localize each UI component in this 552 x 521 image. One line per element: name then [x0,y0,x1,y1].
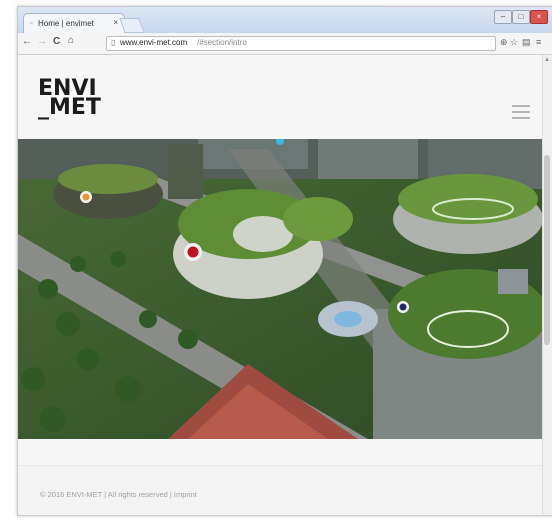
url-path: /#section/intro [197,38,247,47]
hero-image [18,137,543,439]
browser-window: ▫ Home | envimet × – □ × ← → C ⌂ ▯ www.e… [17,6,552,516]
page-scrollbar[interactable]: ▲ [542,55,552,515]
page-icon: ▯ [111,38,116,47]
title-bar: ▫ Home | envimet × – □ × [18,7,552,34]
browser-tab[interactable]: ▫ Home | envimet × [23,13,125,34]
tab-favicon-icon: ▫ [30,20,33,27]
new-tab-button[interactable] [119,18,145,33]
hamburger-menu-icon[interactable] [512,105,530,121]
zoom-icon[interactable]: ⊕ [500,37,508,48]
scroll-up-icon[interactable]: ▲ [544,57,550,63]
logo-line-2: _MET [38,95,101,120]
footer-copyright: © 2016 ENVI-MET | All rights reserved | … [40,490,197,499]
reload-icon[interactable]: C [53,36,60,47]
bookmark-star-icon[interactable]: ☆ [510,37,518,48]
url-domain: www.envi-met.com [120,38,188,47]
forward-arrow-icon[interactable]: → [37,36,47,47]
scroll-thumb[interactable] [544,155,550,345]
page-viewport: ENVI _MET © 2016 ENVI-MET | All rights r… [18,55,543,515]
browser-toolbar: ← → C ⌂ ▯ www.envi-met.com /#section/int… [18,33,552,55]
page-footer: © 2016 ENVI-MET | All rights reserved | … [18,465,543,515]
chrome-menu-icon[interactable]: ≡ [536,37,541,47]
address-bar[interactable]: ▯ www.envi-met.com /#section/intro [106,36,496,51]
envimet-logo[interactable]: ENVI _MET [38,78,101,120]
tab-title: Home | envimet [38,19,94,28]
back-arrow-icon[interactable]: ← [22,36,32,47]
hero-cityscape [18,137,543,439]
home-icon[interactable]: ⌂ [68,35,74,46]
page-menu-icon[interactable]: ▤ [522,37,531,48]
close-button[interactable]: × [530,10,548,24]
maximize-button[interactable]: □ [512,10,530,24]
tab-close-icon[interactable]: × [113,18,118,27]
minimize-button[interactable]: – [494,10,512,24]
